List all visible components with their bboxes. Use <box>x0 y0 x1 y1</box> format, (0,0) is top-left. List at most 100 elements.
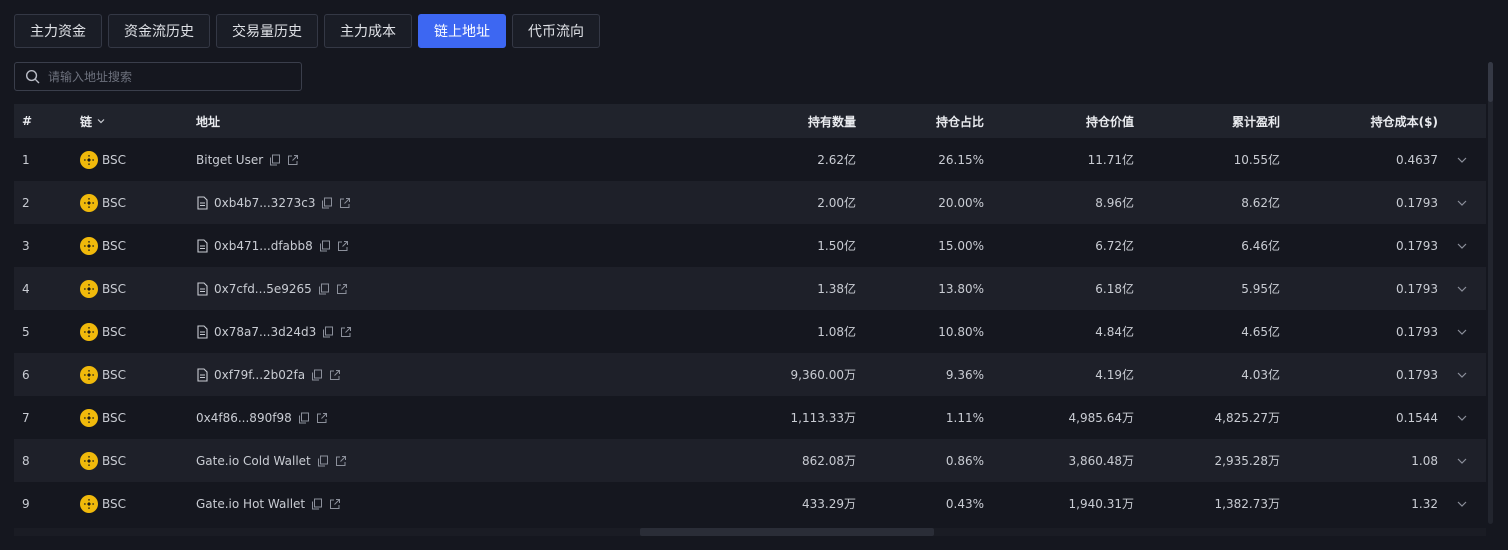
copy-icon[interactable] <box>269 154 281 166</box>
row-share: 0.43% <box>945 496 984 511</box>
expand-chevron-icon[interactable] <box>1438 283 1486 295</box>
row-quantity: 9,360.00万 <box>790 368 856 382</box>
address-text[interactable]: Gate.io Cold Wallet <box>196 454 311 468</box>
bnb-chain-icon <box>80 236 98 255</box>
row-pnl: 8.62亿 <box>1241 196 1280 210</box>
address-text[interactable]: 0x78a7...3d24d3 <box>214 325 316 339</box>
row-index: 4 <box>22 281 30 296</box>
expand-chevron-icon[interactable] <box>1438 412 1486 424</box>
row-chain: BSC <box>66 494 182 513</box>
row-index: 2 <box>22 195 30 210</box>
header-pnl[interactable]: 累计盈利 <box>1134 113 1280 130</box>
row-value: 6.18亿 <box>1095 282 1134 296</box>
expand-chevron-icon[interactable] <box>1438 197 1486 209</box>
chain-label: BSC <box>102 410 127 425</box>
tab-onchain-address[interactable]: 链上地址 <box>418 14 506 48</box>
external-link-icon[interactable] <box>287 154 299 166</box>
header-quantity[interactable]: 持有数量 <box>730 113 856 130</box>
table-row[interactable]: 7 BSC 0x4f86...890f98 1,113.33万 1.11% 4,985.6… <box>14 396 1486 439</box>
row-chain: BSC <box>66 193 182 212</box>
copy-icon[interactable] <box>319 240 331 252</box>
tab-main-funds[interactable]: 主力资金 <box>14 14 102 48</box>
row-index: 9 <box>22 496 30 511</box>
horizontal-scrollbar[interactable] <box>14 528 1486 536</box>
copy-icon[interactable] <box>321 197 333 209</box>
header-share[interactable]: 持仓占比 <box>856 113 984 130</box>
address-text[interactable]: 0xb4b7...3273c3 <box>214 196 315 210</box>
copy-icon[interactable] <box>311 369 323 381</box>
copy-icon[interactable] <box>318 283 330 295</box>
chain-label: BSC <box>102 238 127 253</box>
horizontal-scrollbar-thumb[interactable] <box>640 528 934 536</box>
row-address: 0xb471...dfabb8 <box>182 239 730 253</box>
row-cost: 0.1793 <box>1396 281 1438 296</box>
search-input[interactable] <box>48 69 288 84</box>
row-share: 9.36% <box>945 367 984 382</box>
row-quantity: 1.50亿 <box>817 239 856 253</box>
row-address: Gate.io Hot Wallet <box>182 497 730 511</box>
row-cost: 0.1544 <box>1396 410 1438 425</box>
bnb-chain-icon <box>80 451 98 470</box>
table-row[interactable]: 8 BSC Gate.io Cold Wallet 862.08万 0.86% 3,860… <box>14 439 1486 482</box>
table-header: # 链 地址 持有数量 持仓占比 持仓价值 累计盈利 持仓成本($) <box>14 104 1486 138</box>
row-address: Bitget User <box>182 153 730 167</box>
vertical-scrollbar-thumb[interactable] <box>1488 62 1493 102</box>
external-link-icon[interactable] <box>335 455 347 467</box>
expand-chevron-icon[interactable] <box>1438 455 1486 467</box>
header-cost[interactable]: 持仓成本($) <box>1280 113 1438 130</box>
row-chain: BSC <box>66 279 182 298</box>
row-share: 1.11% <box>945 410 984 425</box>
row-cost: 1.32 <box>1411 496 1438 511</box>
external-link-icon[interactable] <box>339 197 351 209</box>
address-search-box[interactable] <box>14 62 302 91</box>
row-value: 11.71亿 <box>1087 153 1134 167</box>
external-link-icon[interactable] <box>316 412 328 424</box>
row-pnl: 4.03亿 <box>1241 368 1280 382</box>
tab-bar: 主力资金 资金流历史 交易量历史 主力成本 链上地址 代币流向 <box>14 14 600 48</box>
address-text[interactable]: 0x7cfd...5e9265 <box>214 282 312 296</box>
vertical-scrollbar[interactable] <box>1488 62 1493 524</box>
bnb-chain-icon <box>80 365 98 384</box>
address-text[interactable]: 0xb471...dfabb8 <box>214 239 313 253</box>
row-index: 5 <box>22 324 30 339</box>
address-text[interactable]: 0xf79f...2b02fa <box>214 368 305 382</box>
expand-chevron-icon[interactable] <box>1438 369 1486 381</box>
external-link-icon[interactable] <box>336 283 348 295</box>
tab-token-flow[interactable]: 代币流向 <box>512 14 600 48</box>
tab-volume-history[interactable]: 交易量历史 <box>216 14 318 48</box>
table-row[interactable]: 3 BSC 0xb471...dfabb8 1.50亿 15.00% 6.72亿 6.46亿… <box>14 224 1486 267</box>
tab-fund-flow-history[interactable]: 资金流历史 <box>108 14 210 48</box>
table-row[interactable]: 9 BSC Gate.io Hot Wallet 433.29万 0.43% 1,940.… <box>14 482 1486 525</box>
copy-icon[interactable] <box>322 326 334 338</box>
external-link-icon[interactable] <box>337 240 349 252</box>
expand-chevron-icon[interactable] <box>1438 154 1486 166</box>
address-text[interactable]: 0x4f86...890f98 <box>196 411 292 425</box>
copy-icon[interactable] <box>317 455 329 467</box>
tab-main-cost[interactable]: 主力成本 <box>324 14 412 48</box>
expand-chevron-icon[interactable] <box>1438 240 1486 252</box>
table-row[interactable]: 2 BSC 0xb4b7...3273c3 2.00亿 20.00% 8.96亿 8.62亿… <box>14 181 1486 224</box>
row-address: Gate.io Cold Wallet <box>182 454 730 468</box>
expand-chevron-icon[interactable] <box>1438 498 1486 510</box>
row-share: 0.86% <box>945 453 984 468</box>
table-row[interactable]: 5 BSC 0x78a7...3d24d3 1.08亿 10.80% 4.84亿 4.65亿… <box>14 310 1486 353</box>
copy-icon[interactable] <box>311 498 323 510</box>
header-chain-filter[interactable]: 链 <box>66 113 182 130</box>
expand-chevron-icon[interactable] <box>1438 326 1486 338</box>
copy-icon[interactable] <box>298 412 310 424</box>
table-row[interactable]: 6 BSC 0xf79f...2b02fa 9,360.00万 9.36% 4.19亿 4.… <box>14 353 1486 396</box>
external-link-icon[interactable] <box>329 369 341 381</box>
header-value[interactable]: 持仓价值 <box>984 113 1134 130</box>
row-chain: BSC <box>66 322 182 341</box>
external-link-icon[interactable] <box>340 326 352 338</box>
row-chain: BSC <box>66 451 182 470</box>
address-text[interactable]: Gate.io Hot Wallet <box>196 497 305 511</box>
table-row[interactable]: 1 BSC Bitget User 2.62亿 26.15% 11.71亿 10.55亿 0.… <box>14 138 1486 181</box>
address-text[interactable]: Bitget User <box>196 153 263 167</box>
table-row[interactable]: 4 BSC 0x7cfd...5e9265 1.38亿 13.80% 6.18亿 5.95亿… <box>14 267 1486 310</box>
row-quantity: 2.62亿 <box>817 153 856 167</box>
chain-label: BSC <box>102 195 127 210</box>
row-quantity: 1,113.33万 <box>790 411 856 425</box>
row-cost: 0.1793 <box>1396 238 1438 253</box>
external-link-icon[interactable] <box>329 498 341 510</box>
